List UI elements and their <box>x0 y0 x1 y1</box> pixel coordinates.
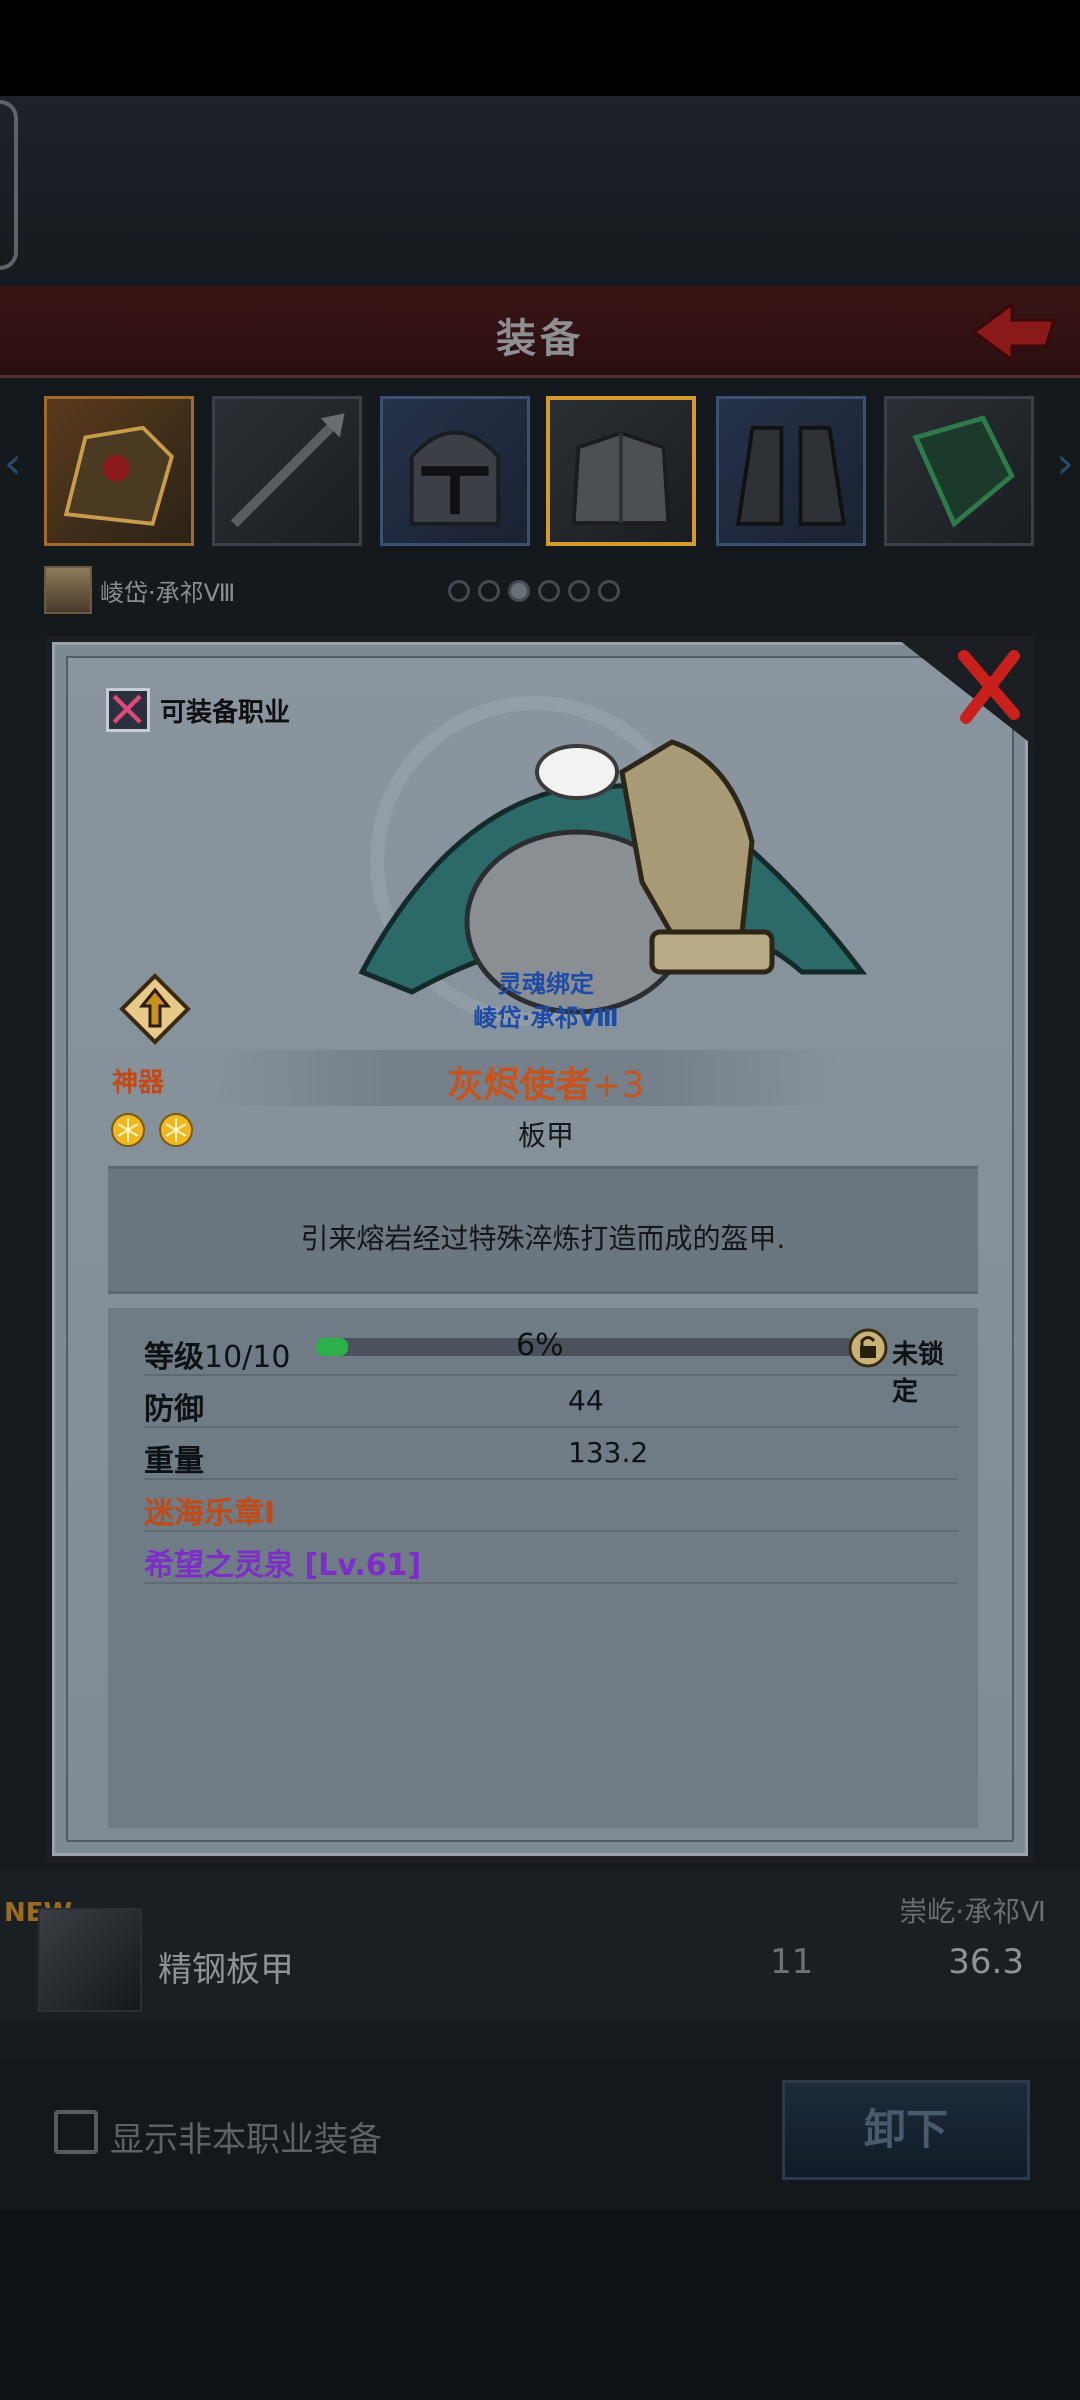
enhance-level: +3 <box>591 1065 645 1106</box>
item-thumbnail <box>38 1908 142 2012</box>
stat-row: 重量 133.2 <box>144 1428 958 1480</box>
soul-owner-label: 崚岱·承祁Ⅷ <box>473 1004 619 1032</box>
xp-bar <box>316 1338 856 1356</box>
page-dot <box>568 580 590 602</box>
soul-bound-label: 灵魂绑定 <box>498 970 594 998</box>
status-bar <box>0 0 1080 96</box>
stat-label: 重量 <box>144 1444 204 1479</box>
list-item-value: 11 <box>770 1942 814 1982</box>
unequip-button[interactable]: 卸下 <box>782 2080 1030 2180</box>
hero-info: 崚岱·承祁Ⅷ <box>44 566 235 614</box>
back-arrow-icon[interactable] <box>966 294 1062 370</box>
xp-percent: 6% <box>516 1328 564 1363</box>
equip-slot-row: ‹ › 崚岱·承祁Ⅷ <box>0 378 1080 640</box>
checkbox-label: 显示非本职业装备 <box>110 2120 382 2160</box>
item-description: 引来熔岩经过特殊淬炼打造而成的盔甲. <box>300 1222 786 1255</box>
item-detail-dialog: 可装备职业 灵魂绑定 崚岱·承祁Ⅷ 神器 灰烬使者+3 板甲 引来熔岩经过特殊淬… <box>46 636 1034 1862</box>
page-dot <box>448 580 470 602</box>
show-other-class-checkbox[interactable] <box>54 2110 98 2154</box>
greaves-icon <box>735 425 847 526</box>
side-tab[interactable] <box>0 100 18 270</box>
gem-row: 希望之灵泉 [Lv.61] <box>144 1532 958 1584</box>
equip-slot-chest[interactable] <box>546 396 696 546</box>
hero-avatar <box>44 566 92 614</box>
helmet-icon <box>409 430 501 526</box>
class-weapon-icon <box>106 688 150 732</box>
set-bonus-label: 迷海乐章Ⅰ <box>144 1496 276 1531</box>
background-footer <box>0 2210 1080 2400</box>
page-title: 装备 <box>496 316 584 362</box>
page-dot <box>538 580 560 602</box>
equip-slot-gloves[interactable] <box>884 396 1034 546</box>
xp-fill <box>316 1338 349 1356</box>
equip-class-label: 可装备职业 <box>160 697 291 728</box>
level-row: 等级10/10 6% 未锁定 <box>144 1324 958 1407</box>
item-type: 板甲 <box>517 1119 574 1152</box>
list-item-weight: 36.3 <box>948 1942 1024 1982</box>
set-bonus-row: 迷海乐章Ⅰ <box>144 1480 958 1532</box>
item-name: 灰烬使者 <box>447 1065 592 1106</box>
list-item-name: 精钢板甲 <box>158 1950 294 1990</box>
stat-row: 防御 44 <box>144 1376 958 1428</box>
page-dot <box>478 580 500 602</box>
equip-slot-shoulder[interactable] <box>44 396 194 546</box>
page-dot-active <box>508 580 530 602</box>
spear-icon <box>230 413 345 528</box>
page-indicator <box>448 580 620 602</box>
upgrade-arrow-icon[interactable] <box>118 972 192 1046</box>
equip-slot-helmet[interactable] <box>380 396 530 546</box>
item-title: 灰烬使者+3 <box>52 1056 1040 1108</box>
page-dot <box>598 580 620 602</box>
description-box: 引来熔岩经过特殊淬炼打造而成的盔甲. <box>108 1166 978 1294</box>
lock-icon[interactable] <box>848 1328 888 1368</box>
gem-label: 希望之灵泉 [Lv.61] <box>144 1548 422 1583</box>
stat-label: 防御 <box>144 1392 204 1427</box>
chevron-left-icon[interactable]: ‹ <box>4 438 22 489</box>
chevron-right-icon[interactable]: › <box>1056 438 1074 489</box>
list-item-owner: 崇屹·承祁Ⅵ <box>899 1895 1046 1928</box>
gauntlet-icon <box>912 415 1015 528</box>
equip-slot-boots[interactable] <box>716 396 866 546</box>
stats-panel: 等级10/10 6% 未锁定 防御 44 重量 133.2 迷海乐章Ⅰ 希望之灵… <box>108 1308 978 1828</box>
shoulder-armor-icon <box>63 425 174 526</box>
equip-class-row[interactable]: 可装备职业 <box>106 688 290 732</box>
equip-slot-weapon[interactable] <box>212 396 362 546</box>
chest-armor-icon <box>571 431 671 525</box>
close-icon[interactable] <box>894 636 1034 746</box>
level-label: 等级10/10 <box>144 1340 291 1375</box>
title-bar: 装备 <box>0 286 1080 378</box>
stat-value: 44 <box>568 1384 604 1417</box>
stat-value: 133.2 <box>568 1436 649 1469</box>
hero-name: 崚岱·承祁Ⅷ <box>100 578 236 607</box>
top-banner <box>0 96 1080 286</box>
